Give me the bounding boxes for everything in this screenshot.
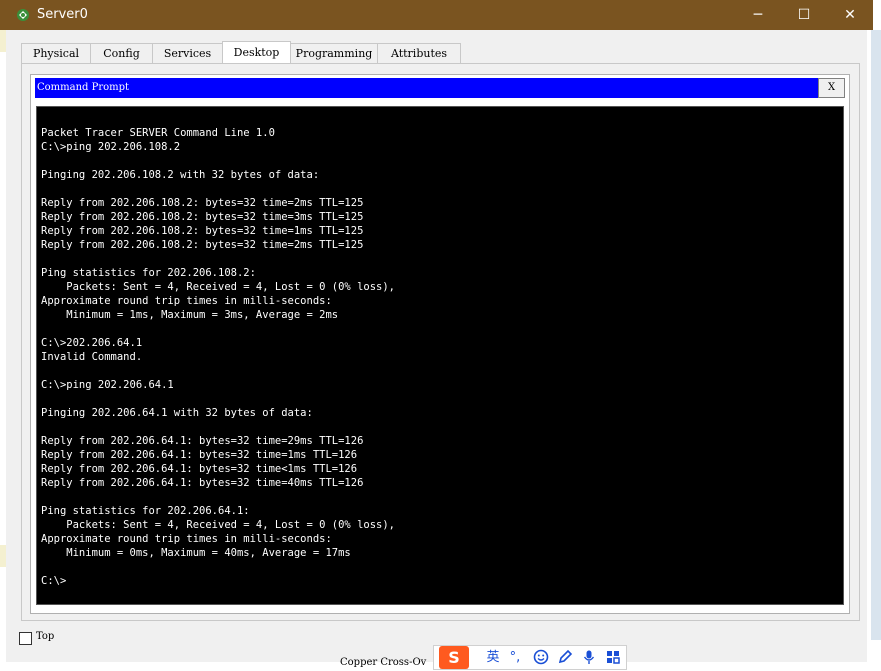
microphone-icon[interactable] — [580, 649, 598, 667]
packet-tracer-app-icon — [17, 9, 29, 21]
tab-programming[interactable]: Programming — [290, 43, 378, 63]
smile-icon[interactable] — [532, 649, 550, 667]
window-title: Server0 — [37, 7, 88, 22]
tab-services[interactable]: Services — [152, 43, 223, 63]
tab-attributes[interactable]: Attributes — [377, 43, 461, 63]
command-prompt-close-button[interactable]: X — [818, 78, 845, 98]
cable-label: Copper Cross-Ov — [340, 657, 427, 668]
command-prompt-title-bar: Command Prompt — [35, 78, 818, 98]
top-checkbox[interactable] — [19, 632, 32, 645]
pen-icon[interactable] — [556, 649, 574, 667]
tab-physical[interactable]: Physical — [21, 43, 91, 63]
ime-punctuation-toggle[interactable]: °, — [506, 649, 524, 667]
close-button[interactable]: ✕ — [827, 0, 873, 30]
ime-language-toggle[interactable]: 英 — [484, 649, 502, 667]
command-prompt-frame: Command Prompt X Packet Tracer SERVER Co… — [30, 74, 850, 614]
minimize-button[interactable]: ─ — [735, 0, 781, 30]
terminal-area[interactable]: Packet Tracer SERVER Command Line 1.0 C:… — [36, 106, 844, 605]
terminal-output: Packet Tracer SERVER Command Line 1.0 C:… — [41, 127, 396, 587]
grid-icon[interactable] — [604, 649, 622, 667]
title-bar[interactable]: Server0 ─ ☐ ✕ — [0, 0, 873, 30]
sogou-logo-icon[interactable]: S — [439, 646, 469, 669]
maximize-button[interactable]: ☐ — [781, 0, 827, 30]
ime-toolbar: S 英 °, — [433, 645, 627, 670]
tab-config[interactable]: Config — [90, 43, 153, 63]
window-client-area: Physical Config Services Desktop Program… — [6, 30, 867, 662]
server-window: Server0 ─ ☐ ✕ Physical Config Services D… — [0, 0, 873, 668]
command-prompt-title: Command Prompt — [37, 82, 130, 93]
desktop-panel: Command Prompt X Packet Tracer SERVER Co… — [21, 63, 860, 621]
tab-desktop[interactable]: Desktop — [222, 41, 291, 63]
top-label: Top — [36, 631, 55, 642]
